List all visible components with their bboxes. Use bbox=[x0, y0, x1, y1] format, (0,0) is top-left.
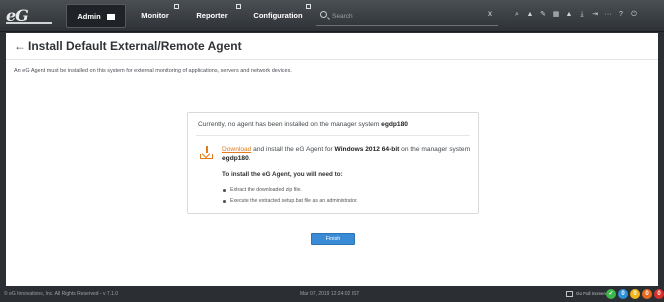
nav-monitor-label: Monitor bbox=[141, 11, 169, 20]
info-status-badge[interactable]: 0 bbox=[618, 289, 628, 299]
nav-admin-label: Admin bbox=[77, 12, 101, 21]
footer: © eG Innovations, Inc. All Rights Reserv… bbox=[0, 287, 664, 302]
download-instructions: Download and install the eG Agent for Wi… bbox=[222, 145, 472, 163]
nav-reporter-label: Reporter bbox=[196, 11, 228, 20]
power-icon[interactable]: ⏻ bbox=[629, 9, 639, 21]
install-heading: To install the eG Agent, you will need t… bbox=[222, 171, 343, 178]
nav-configuration-label: Configuration bbox=[253, 11, 303, 20]
user-icon[interactable]: ▲ bbox=[564, 9, 574, 21]
external-link-icon bbox=[306, 4, 311, 9]
install-steps: Extract the downloaded zip file. Execute… bbox=[222, 185, 358, 207]
page-title: Install Default External/Remote Agent bbox=[28, 39, 242, 53]
external-link-icon bbox=[174, 4, 179, 9]
alarm-status-indicators: ✓ 0 0 0 0 bbox=[606, 289, 664, 299]
critical-status-badge[interactable]: 0 bbox=[654, 289, 664, 299]
major-status-badge[interactable]: 0 bbox=[642, 289, 652, 299]
minor-status-badge[interactable]: 0 bbox=[630, 289, 640, 299]
agent-status-text: Currently, no agent has been installed o… bbox=[198, 121, 408, 128]
clear-search-icon[interactable]: x bbox=[488, 9, 492, 18]
toolbar-search-icon[interactable]: ⌕ bbox=[512, 9, 522, 21]
nav-configuration[interactable]: Configuration bbox=[244, 4, 312, 28]
list-item: Extract the downloaded zip file. bbox=[222, 185, 358, 196]
top-navigation-bar: eG Admin Monitor Reporter Configuration … bbox=[0, 0, 664, 32]
alarm-icon[interactable]: ▲ bbox=[525, 9, 535, 21]
fullscreen-icon[interactable] bbox=[566, 291, 573, 297]
divider bbox=[196, 135, 470, 136]
download-link[interactable]: Download bbox=[222, 146, 251, 153]
nav-admin[interactable]: Admin bbox=[66, 4, 126, 28]
finish-button[interactable]: Finish bbox=[311, 233, 355, 245]
toolbar-icons: ⌕ ▲ ✎ ▦ ▲ ⤓ ⇥ ··· ? ⏻ bbox=[512, 9, 639, 23]
fullscreen-label[interactable]: Go Full Screen bbox=[576, 291, 606, 296]
grid-icon[interactable]: ▦ bbox=[551, 9, 561, 21]
external-link-icon bbox=[236, 4, 241, 9]
download-text-2: on the manager system bbox=[399, 146, 471, 153]
download-icon bbox=[200, 146, 214, 160]
main-content: ← Install Default External/Remote Agent … bbox=[6, 33, 658, 286]
copyright-text: © eG Innovations, Inc. All Rights Reserv… bbox=[4, 291, 119, 297]
ok-status-icon[interactable]: ✓ bbox=[606, 289, 616, 299]
page-description: An eG Agent must be installed on this sy… bbox=[14, 68, 292, 74]
agent-install-card: Currently, no agent has been installed o… bbox=[187, 112, 479, 214]
logout-icon[interactable]: ⇥ bbox=[590, 9, 600, 21]
menu-icon bbox=[106, 14, 115, 21]
download-icon[interactable]: ⤓ bbox=[577, 9, 587, 21]
help-icon[interactable]: ? bbox=[616, 9, 626, 21]
status-host: egdp180 bbox=[381, 121, 408, 128]
page-header: ← Install Default External/Remote Agent bbox=[6, 33, 658, 60]
edit-icon[interactable]: ✎ bbox=[538, 9, 548, 21]
list-item: Execute the extracted setup.bat file as … bbox=[222, 196, 358, 207]
download-os: Windows 2012 64-bit bbox=[334, 146, 400, 153]
timestamp: Mar 07, 2019 12:24:02 IST bbox=[300, 291, 360, 297]
back-arrow-icon[interactable]: ← bbox=[14, 39, 26, 53]
search-box: x bbox=[316, 6, 498, 26]
nav-monitor[interactable]: Monitor bbox=[132, 4, 178, 28]
more-icon[interactable]: ··· bbox=[603, 9, 613, 21]
download-text-3: . bbox=[248, 155, 251, 162]
search-icon bbox=[320, 11, 327, 18]
download-text-1: and install the eG Agent for bbox=[251, 146, 335, 153]
eg-logo[interactable]: eG bbox=[6, 4, 56, 28]
download-host: egdp180 bbox=[222, 155, 249, 162]
search-input[interactable] bbox=[332, 9, 472, 23]
status-prefix: Currently, no agent has been installed o… bbox=[198, 121, 380, 128]
nav-reporter[interactable]: Reporter bbox=[186, 4, 238, 28]
